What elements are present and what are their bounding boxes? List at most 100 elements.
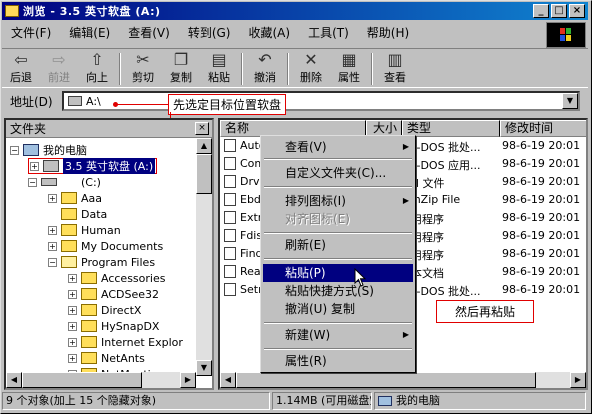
ctx-paste[interactable]: 粘贴(P) [263, 264, 413, 282]
cut-button[interactable]: ✂ 剪切 [124, 49, 162, 87]
ctx-view[interactable]: 查看(V) ▶ [263, 138, 413, 156]
tree-expand-toggle[interactable]: + [48, 241, 57, 251]
scroll-right-button[interactable]: ▶ [180, 372, 196, 388]
delete-button[interactable]: ✕ 删除 [292, 49, 330, 87]
folder-pane-close-button[interactable]: × [195, 122, 209, 135]
tree-item-aaa[interactable]: + Aaa [48, 190, 102, 206]
window-title: 浏览 - 3.5 英寸软盘 (A:) [23, 5, 161, 18]
toolbar-divider [241, 53, 243, 85]
file-horizontal-scrollbar[interactable]: ◀ ▶ [220, 372, 586, 388]
tree-item-label: Internet Explor [101, 335, 183, 349]
status-bar: 9 个对象(加上 15 个隐藏对象) 1.14MB (可用磁盘空间 我的电脑 [2, 392, 590, 412]
toolbar-divider [119, 53, 121, 85]
close-button[interactable]: × [569, 4, 585, 18]
folder-icon [81, 304, 97, 316]
up-button[interactable]: ⇧ 向上 [78, 49, 116, 87]
title-bar[interactable]: 浏览 - 3.5 英寸软盘 (A:) _ □ × [2, 2, 588, 20]
tree-expand-toggle[interactable]: + [68, 337, 77, 347]
tree-expand-toggle[interactable]: + [30, 161, 39, 171]
tree-item-my-documents[interactable]: + My Documents [48, 238, 163, 254]
up-folder-icon: ⇧ [90, 50, 104, 69]
tree-expand-toggle[interactable]: + [68, 305, 77, 315]
floppy-drive-icon [68, 96, 82, 106]
tree-item-internet-explorer[interactable]: + Internet Explor [68, 334, 183, 350]
view-button[interactable]: ▥ 查看 [376, 49, 414, 87]
address-dropdown-arrow[interactable]: ▼ [562, 93, 578, 109]
tree-item-floppy-a[interactable]: +3.5 英寸软盘 (A:) [28, 158, 158, 174]
delete-icon: ✕ [304, 50, 318, 69]
ctx-new[interactable]: 新建(W) ▶ [263, 326, 413, 344]
floppy-drive-icon [43, 160, 59, 172]
tree-expand-toggle[interactable]: + [48, 225, 57, 235]
tree-item-program-files[interactable]: − Program Files [48, 254, 155, 270]
cut-label: 剪切 [132, 71, 154, 84]
menu-tools[interactable]: 工具(T) [299, 24, 358, 41]
forward-button[interactable]: ⇨ 前进 [40, 49, 78, 87]
back-button[interactable]: ⇦ 后退 [2, 49, 40, 87]
tree-item-netants[interactable]: + NetAnts [68, 350, 145, 366]
menu-separator [264, 186, 412, 188]
tree-expand-toggle[interactable]: + [68, 273, 77, 283]
scroll-up-button[interactable]: ▲ [196, 138, 212, 154]
status-object-count: 9 个对象(加上 15 个隐藏对象) [2, 392, 270, 410]
ctx-customize-folder[interactable]: 自定义文件夹(C)... [263, 164, 413, 182]
tree-expand-toggle[interactable]: + [68, 353, 77, 363]
menu-file[interactable]: 文件(F) [2, 24, 60, 41]
tree-collapse-toggle[interactable]: − [48, 257, 57, 267]
maximize-button[interactable]: □ [551, 4, 567, 18]
ctx-arrange-icons[interactable]: 排列图标(I) ▶ [263, 192, 413, 210]
paste-button[interactable]: ▤ 粘贴 [200, 49, 238, 87]
copy-label: 复制 [170, 71, 192, 84]
menu-edit[interactable]: 编辑(E) [60, 24, 119, 41]
scroll-left-button[interactable]: ◀ [6, 372, 22, 388]
tree-collapse-toggle[interactable]: − [28, 177, 37, 187]
scroll-right-button[interactable]: ▶ [570, 372, 586, 388]
paste-icon: ▤ [211, 50, 227, 69]
tree-item-label: HySnapDX [101, 319, 160, 333]
folder-horizontal-scrollbar[interactable]: ◀ ▶ [6, 372, 196, 388]
tree-item-hysnapdx[interactable]: + HySnapDX [68, 318, 159, 334]
tree-item-accessories[interactable]: + Accessories [68, 270, 165, 286]
folder-tree: − 我的电脑 +3.5 英寸软盘 (A:) − (C:) + Aaa Data + Hu… [6, 140, 196, 376]
file-icon [224, 175, 236, 188]
scroll-thumb[interactable] [22, 372, 142, 388]
scroll-thumb[interactable] [236, 372, 536, 388]
forward-arrow-icon: ⇨ [52, 50, 66, 69]
column-type[interactable]: 类型 [402, 120, 500, 137]
scroll-thumb[interactable] [196, 154, 212, 194]
ctx-properties[interactable]: 属性(R) [263, 352, 413, 370]
folder-vertical-scrollbar[interactable]: ▲ ▼ [196, 138, 212, 376]
submenu-arrow-icon: ▶ [402, 142, 409, 151]
scroll-down-button[interactable]: ▼ [196, 360, 212, 376]
explorer-window-icon [5, 5, 19, 17]
menu-favorites[interactable]: 收藏(A) [239, 24, 299, 41]
undo-label: 撤消 [254, 71, 276, 84]
tree-item-directx[interactable]: + DirectX [68, 302, 141, 318]
ctx-line-up-icons[interactable]: 对齐图标(E) [263, 210, 413, 228]
ctx-undo-copy[interactable]: 撤消(U) 复制 [263, 300, 413, 318]
menu-view[interactable]: 查看(V) [119, 24, 179, 41]
tree-expand-toggle[interactable]: + [68, 289, 77, 299]
tree-item-acdsee32[interactable]: + ACDSee32 [68, 286, 159, 302]
copy-button[interactable]: ❐ 复制 [162, 49, 200, 87]
tree-item-label: Data [81, 207, 108, 221]
tree-item-drive-c[interactable]: − (C:) [28, 174, 101, 190]
scroll-left-button[interactable]: ◀ [220, 372, 236, 388]
menu-go[interactable]: 转到(G) [179, 24, 240, 41]
undo-button[interactable]: ↶ 撤消 [246, 49, 284, 87]
column-modified[interactable]: 修改时间 [500, 120, 586, 137]
minimize-button[interactable]: _ [533, 4, 549, 18]
tree-collapse-toggle[interactable]: − [10, 145, 19, 155]
folder-icon [81, 320, 97, 332]
ctx-paste-shortcut[interactable]: 粘贴快捷方式(S) [263, 282, 413, 300]
address-input[interactable]: A:\ ▼ [62, 91, 580, 111]
tree-expand-toggle[interactable]: + [68, 321, 77, 331]
tree-item-label: 3.5 英寸软盘 (A:) [63, 158, 156, 174]
tree-expand-toggle[interactable]: + [48, 193, 57, 203]
tree-item-human[interactable]: + Human [48, 222, 121, 238]
tree-item-data[interactable]: Data [61, 206, 107, 222]
tree-item-my-computer[interactable]: − 我的电脑 [10, 142, 87, 158]
ctx-refresh[interactable]: 刷新(E) [263, 236, 413, 254]
menu-help[interactable]: 帮助(H) [358, 24, 418, 41]
properties-button[interactable]: ▦ 属性 [330, 49, 368, 87]
